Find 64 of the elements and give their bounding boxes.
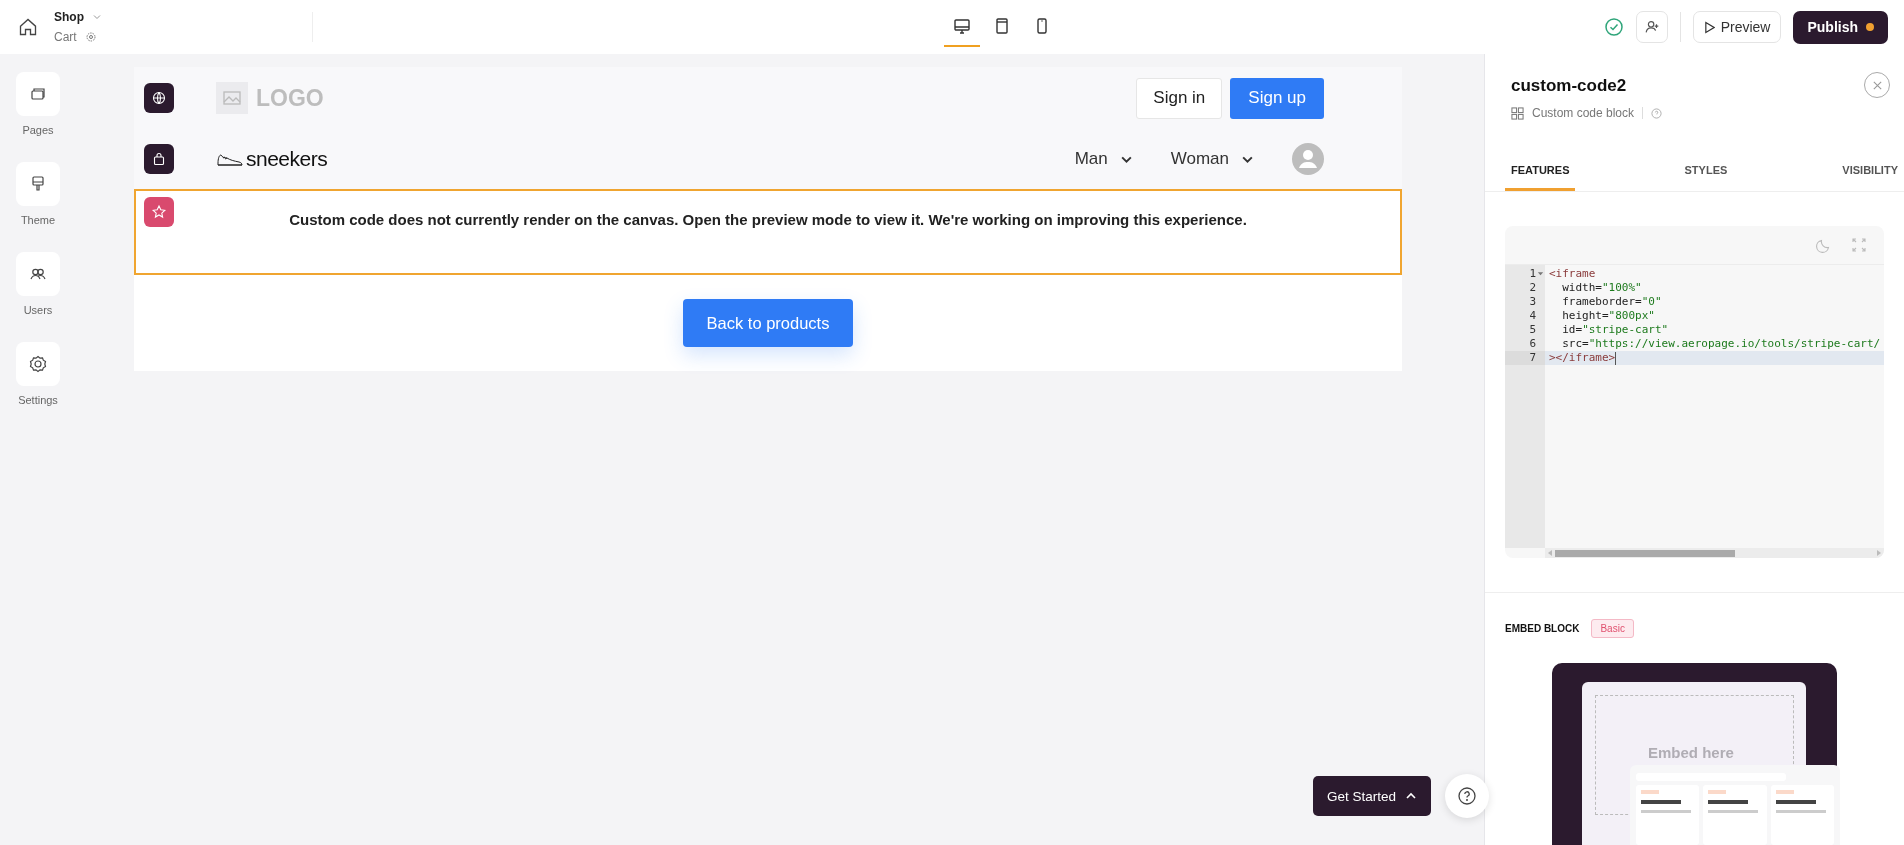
code-line: <iframe (1549, 267, 1596, 281)
line-number: 4 (1529, 309, 1536, 323)
panel-tab[interactable]: STYLES (1678, 156, 1734, 191)
home-icon[interactable] (18, 17, 38, 37)
back-to-products-button[interactable]: Back to products (682, 299, 854, 347)
fold-caret-icon[interactable] (1537, 270, 1544, 277)
logo-text: LOGO (256, 84, 324, 112)
line-number: 1 (1529, 267, 1536, 281)
get-started-button[interactable]: Get Started (1313, 776, 1432, 816)
code-line: height="800px" (1561, 309, 1655, 323)
theme-button[interactable] (16, 162, 60, 206)
custom-code-block[interactable]: Custom code does not currently render on the canvas. Open the preview mode to view it. We're working on improving this experience. (134, 189, 1402, 275)
panel-tab[interactable]: VISIBILITY (1836, 156, 1904, 191)
sign-in-button[interactable]: Sign in (1136, 77, 1223, 119)
sidebar-label: Users (23, 304, 53, 316)
sidebar-label: Theme (20, 214, 56, 226)
globe-icon-button[interactable] (144, 83, 174, 113)
image-icon (216, 82, 248, 114)
sidebar-label: Pages (22, 124, 54, 136)
play-icon[interactable] (1703, 20, 1715, 34)
embed-here-text: Embed here (1648, 744, 1734, 761)
publish-button[interactable]: Publish (1793, 10, 1888, 44)
code-line: src="https://view.aeropage.io/tools/stripe-cart/ (1561, 337, 1881, 351)
section-label: EMBED BLOCK (1505, 623, 1580, 634)
panel-tab[interactable]: FEATURES (1505, 156, 1576, 191)
help-button[interactable] (1445, 774, 1490, 818)
plan-badge: Basic (1591, 619, 1634, 638)
project-name: Shop (54, 10, 84, 24)
users-button[interactable] (16, 252, 60, 296)
nav-menu-link[interactable]: Man (1074, 149, 1133, 169)
line-number: 7 (1529, 351, 1536, 365)
code-line: id="stripe-cart" (1561, 323, 1669, 337)
text-cursor (1615, 351, 1617, 365)
line-number: 2 (1529, 281, 1536, 295)
monitor-icon[interactable] (952, 16, 972, 36)
globe-icon[interactable] (151, 90, 167, 106)
star-icon-button[interactable] (144, 197, 174, 227)
nav-menu-link[interactable]: Woman (1170, 149, 1254, 169)
close-icon[interactable] (1871, 79, 1883, 91)
grid-icon (1511, 106, 1524, 120)
help-icon[interactable] (1457, 786, 1478, 806)
brand-name: sneekers (246, 147, 328, 171)
line-number: 5 (1529, 323, 1536, 337)
code-editor[interactable]: 1 2 3 4 5 6 7 <iframe width="100%" frameborder="0" height="800px" id="stripe-cart" src="https://view.aeropage.io/tools/stripe-cart/ ></iframe> (1505, 226, 1884, 558)
block-type: Custom code block (1532, 106, 1635, 120)
add-user-button[interactable] (1635, 11, 1668, 43)
bag-icon-button[interactable] (144, 144, 174, 174)
saved-check-icon (1603, 17, 1624, 37)
bag-icon[interactable] (151, 151, 167, 167)
code-line: width="100%" (1561, 281, 1642, 295)
code-line: frameborder="0" (1561, 295, 1662, 309)
sidebar-label: Settings (18, 394, 58, 406)
settings-icon[interactable] (28, 354, 48, 374)
code-line: ></iframe> (1549, 351, 1616, 365)
star-icon[interactable] (151, 204, 167, 220)
line-number: 6 (1529, 337, 1536, 351)
line-number: 3 (1529, 295, 1536, 309)
preview-button[interactable]: Preview (1692, 11, 1782, 43)
sign-up-button[interactable]: Sign up (1230, 77, 1324, 119)
settings-button[interactable] (16, 342, 60, 386)
notice-text: Custom code does not currently render on the canvas. Open the preview mode to view it. We're working on improving this experience. (288, 211, 1248, 228)
page-name: Cart (54, 30, 77, 44)
block-title: custom-code2 (1511, 76, 1628, 96)
pages-button[interactable] (16, 72, 60, 116)
